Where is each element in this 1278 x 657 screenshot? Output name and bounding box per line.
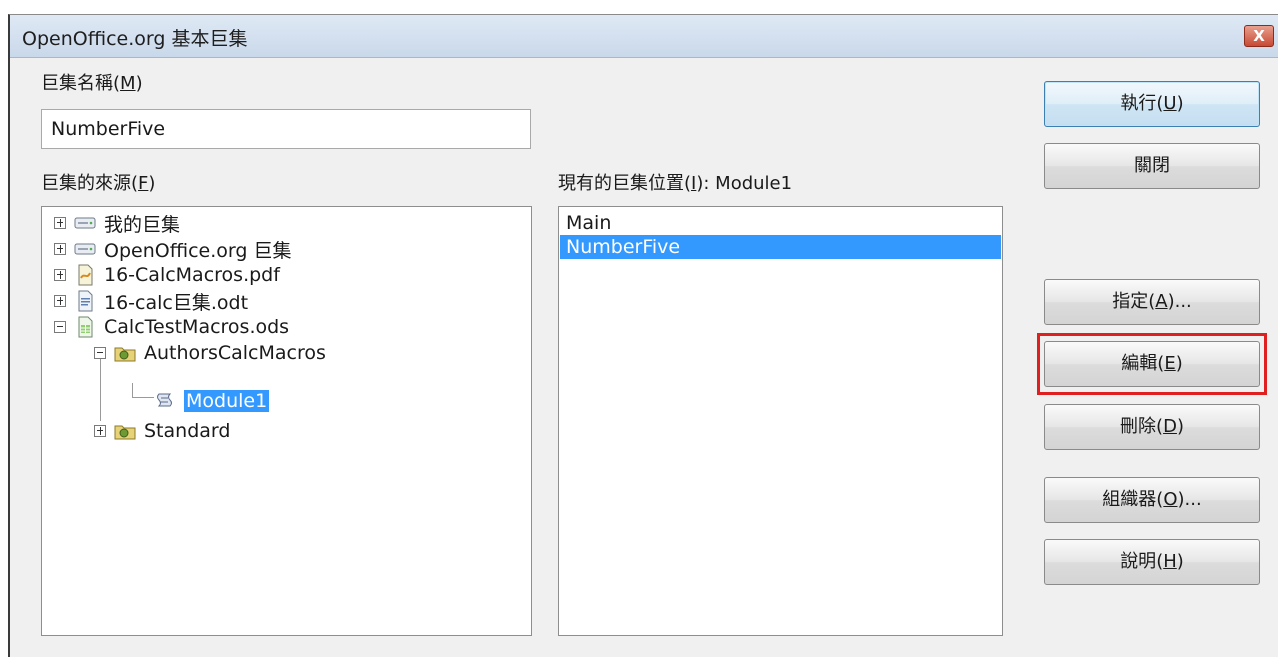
- macro-name-input[interactable]: [42, 110, 530, 148]
- tree-connector: [100, 359, 101, 421]
- existing-macros-label: 現有的巨集位置(I): Module1: [558, 173, 793, 194]
- document-icon: [74, 264, 96, 286]
- tree-connector: [132, 397, 154, 398]
- macro-dialog: OpenOffice.org 基本巨集 X 巨集名稱(M) 巨集的來源(F) 現…: [8, 14, 1278, 657]
- close-icon: X: [1253, 27, 1265, 45]
- tree-item-standard[interactable]: Standard: [94, 418, 230, 444]
- tree-item-calc-odt[interactable]: 16-calc巨集.odt: [54, 288, 248, 314]
- delete-button[interactable]: 刪除(D): [1044, 404, 1260, 450]
- expand-icon[interactable]: [94, 425, 106, 437]
- window-title: OpenOffice.org 基本巨集: [22, 28, 248, 50]
- title-bar: OpenOffice.org 基本巨集 X: [10, 15, 1278, 58]
- library-icon: [114, 422, 136, 440]
- expand-icon[interactable]: [54, 217, 66, 229]
- tree-item-openoffice-macros[interactable]: OpenOffice.org 巨集: [54, 236, 291, 262]
- close-window-button[interactable]: X: [1244, 25, 1274, 47]
- assign-button[interactable]: 指定(A)...: [1044, 279, 1260, 325]
- writer-document-icon: [74, 290, 96, 312]
- expand-icon[interactable]: [54, 295, 66, 307]
- tree-item-my-macros[interactable]: 我的巨集: [54, 210, 180, 236]
- library-icon: [114, 344, 136, 362]
- drive-icon: [74, 240, 96, 258]
- macro-from-label: 巨集的來源(F): [41, 173, 156, 194]
- macro-name-field[interactable]: [41, 109, 531, 149]
- module-icon: [154, 392, 176, 410]
- help-button[interactable]: 說明(H): [1044, 539, 1260, 585]
- collapse-icon[interactable]: [94, 347, 106, 359]
- tree-item-module1[interactable]: Module1: [154, 388, 270, 414]
- close-button[interactable]: 關閉: [1044, 143, 1260, 189]
- drive-icon: [74, 214, 96, 232]
- tree-connector: [132, 383, 133, 397]
- list-item-main[interactable]: Main: [560, 211, 1001, 235]
- expand-icon[interactable]: [54, 269, 66, 281]
- organizer-button[interactable]: 組織器(O)...: [1044, 477, 1260, 523]
- list-item-numberfive[interactable]: NumberFive: [560, 235, 1001, 259]
- spreadsheet-icon: [74, 316, 96, 338]
- existing-macros-list[interactable]: Main NumberFive: [558, 206, 1003, 636]
- macro-name-label: 巨集名稱(M): [41, 73, 143, 94]
- tree-item-calcmacros-pdf[interactable]: 16-CalcMacros.pdf: [54, 262, 280, 288]
- tree-item-authorscalcmacros[interactable]: AuthorsCalcMacros: [94, 340, 326, 366]
- edit-button[interactable]: 編輯(E): [1044, 341, 1260, 387]
- macro-library-tree[interactable]: 我的巨集 OpenOffice.org 巨集 16-CalcMacros.pdf…: [41, 206, 532, 636]
- collapse-icon[interactable]: [54, 321, 66, 333]
- run-button[interactable]: 執行(U): [1044, 81, 1260, 127]
- expand-icon[interactable]: [54, 243, 66, 255]
- tree-item-calctestmacros-ods[interactable]: CalcTestMacros.ods: [54, 314, 289, 340]
